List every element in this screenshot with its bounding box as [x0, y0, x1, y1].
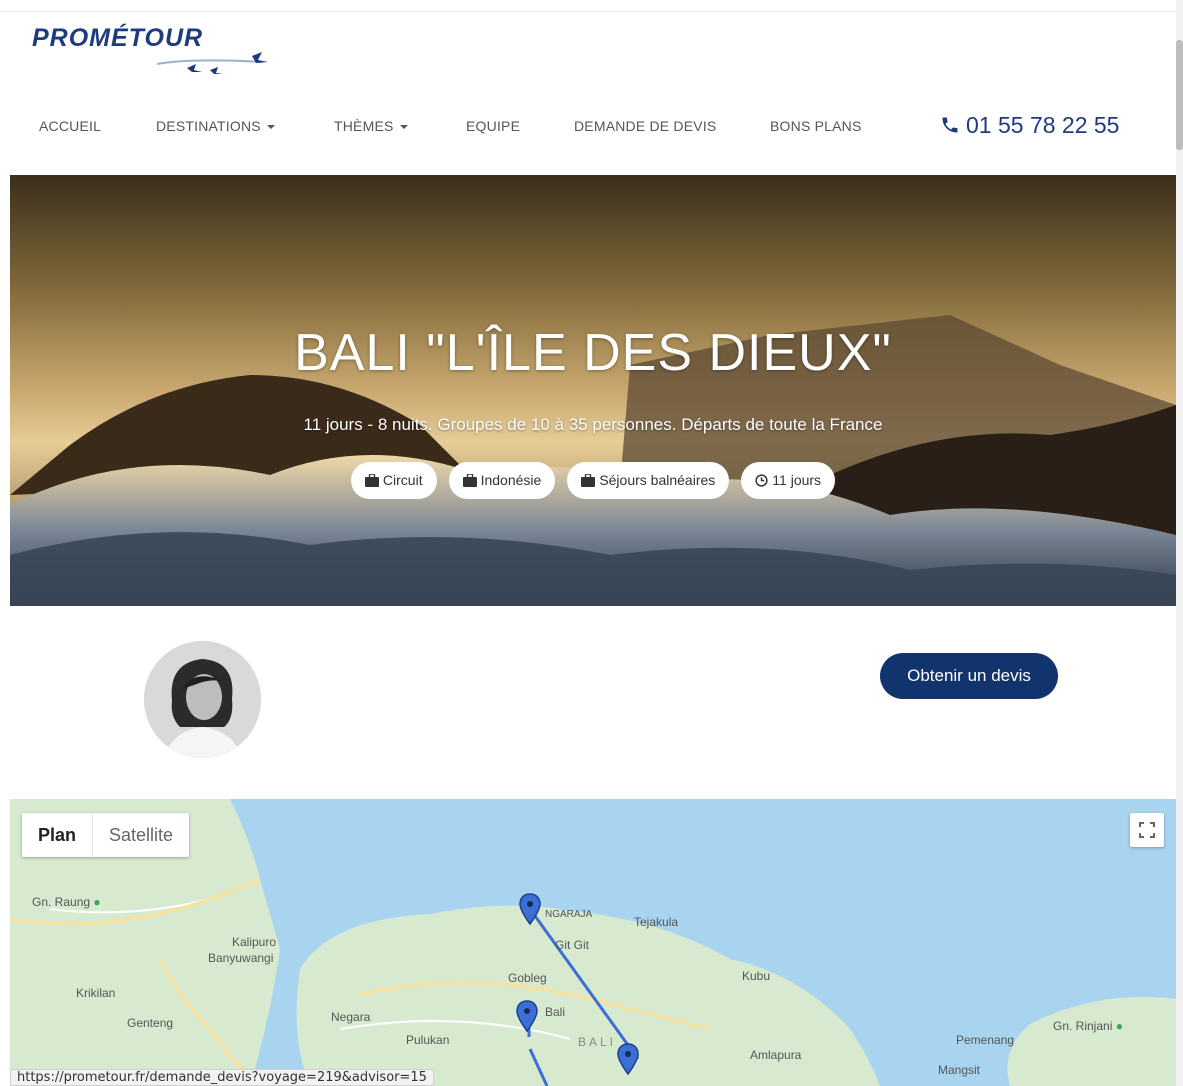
map-label-amlapura: Amlapura	[750, 1048, 802, 1062]
logo-text: PROMÉTOUR	[32, 24, 204, 52]
map-label-krikilan: Krikilan	[76, 986, 116, 1000]
map-label-git-git: Git Git	[555, 938, 590, 952]
nav-demande-de-devis[interactable]: DEMANDE DE DEVIS	[574, 118, 716, 134]
map-label-singaraja: NGARAJA	[545, 909, 593, 920]
clock-icon	[755, 474, 768, 487]
phone-number: 01 55 78 22 55	[966, 112, 1120, 138]
birds-logo-icon	[156, 52, 268, 74]
itinerary-map[interactable]: Plan Satellite Gn. Raung ● Kalipuro Banyu…	[10, 799, 1176, 1086]
caret-down-icon	[399, 125, 408, 130]
advisor-photo	[144, 641, 261, 758]
caret-down-icon	[266, 125, 275, 130]
tag-circuit[interactable]: Circuit	[350, 462, 437, 499]
map-label-genteng: Genteng	[127, 1016, 174, 1030]
fullscreen-button[interactable]	[1130, 813, 1164, 847]
map-plan-button[interactable]: Plan	[22, 813, 92, 857]
map-type-control: Plan Satellite	[22, 813, 190, 857]
map-label-mangsit: Mangsit	[938, 1063, 981, 1077]
nav-destinations[interactable]: DESTINATIONS	[156, 118, 275, 134]
map-pin-icon[interactable]	[519, 893, 541, 925]
link-status-bar: https://prometour.fr/demande_devis?voyag…	[10, 1069, 434, 1086]
map-label-kubu: Kubu	[742, 969, 771, 983]
fullscreen-icon	[1139, 822, 1155, 838]
trip-tags: Circuit Indonésie Séjours balnéaires 11 …	[10, 462, 1176, 499]
phone-link[interactable]: 01 55 78 22 55	[940, 112, 1119, 139]
nav-accueil[interactable]: ACCUEIL	[39, 118, 101, 134]
map-label-banyuwangi: Banyuwangi	[208, 951, 274, 965]
map-label-pemenang: Pemenang	[956, 1033, 1015, 1047]
map-label-gn-raung: Gn. Raung ●	[32, 895, 101, 909]
map-label-bali-town: Bali	[545, 1005, 566, 1019]
nav-equipe[interactable]: EQUIPE	[466, 118, 520, 134]
hero-banner: BALI "L'ÎLE DES DIEUX" 11 jours - 8 nuit…	[10, 175, 1176, 606]
tag-indonesie[interactable]: Indonésie	[448, 462, 556, 499]
get-quote-button[interactable]: Obtenir un devis	[880, 653, 1058, 699]
map-label-negara: Negara	[331, 1010, 371, 1024]
nav-bons-plans[interactable]: BONS PLANS	[770, 118, 861, 134]
map-satellite-button[interactable]: Satellite	[92, 813, 189, 857]
hero-title: BALI "L'ÎLE DES DIEUX"	[294, 324, 892, 382]
briefcase-icon	[364, 474, 379, 487]
page: PROMÉTOUR ACCUEIL DESTINATIONS THÈMES EQ…	[0, 0, 1176, 1086]
map-label-tejakula: Tejakula	[634, 915, 679, 929]
phone-icon	[942, 117, 958, 133]
tag-duration[interactable]: 11 jours	[741, 462, 836, 499]
map-pin-icon[interactable]	[617, 1043, 639, 1075]
map-label-kalipuro: Kalipuro	[232, 935, 277, 949]
brand-logo[interactable]: PROMÉTOUR	[32, 20, 282, 78]
hero-subtitle: 11 jours - 8 nuits. Groupes de 10 à 35 p…	[303, 415, 883, 434]
map-label-pulukan: Pulukan	[406, 1033, 450, 1047]
advisor-avatar	[144, 641, 261, 758]
map-label-gobleg: Gobleg	[508, 971, 547, 985]
park-marker-icon: ●	[93, 895, 101, 909]
map-pin-icon[interactable]	[516, 1000, 538, 1032]
map-label-gn-rinjani: Gn. Rinjani ●	[1053, 1019, 1123, 1033]
scrollbar[interactable]	[1176, 0, 1183, 1086]
briefcase-icon	[462, 474, 477, 487]
nav-themes[interactable]: THÈMES	[334, 118, 408, 134]
top-divider	[0, 0, 1176, 12]
main-nav: ACCUEIL DESTINATIONS THÈMES EQUIPE DEMAN…	[0, 108, 1176, 148]
tag-sejours-balneaires[interactable]: Séjours balnéaires	[567, 462, 730, 499]
briefcase-icon	[581, 474, 596, 487]
park-marker-icon: ●	[1115, 1019, 1123, 1033]
scrollbar-thumb[interactable]	[1176, 40, 1183, 150]
map-label-bali-region: BALI	[578, 1035, 617, 1049]
hero-landscape-image	[10, 175, 1176, 606]
